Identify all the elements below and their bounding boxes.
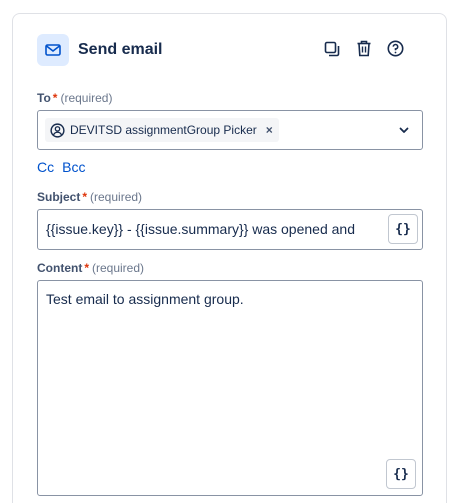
header-actions [321, 38, 406, 59]
send-email-card: Send email To * (required) DEVITSD assig… [12, 13, 447, 503]
to-field[interactable]: DEVITSD assignmentGroup Picker × [37, 110, 423, 150]
content-smart-value-button[interactable]: {} [386, 459, 416, 489]
content-textarea[interactable]: Test email to assignment group. {} [37, 280, 423, 496]
subject-required-mark: * [82, 190, 88, 204]
content-label: Content * (required) [37, 261, 144, 275]
bcc-link[interactable]: Bcc [62, 159, 85, 175]
content-required-mark: * [84, 261, 89, 275]
card-title: Send email [78, 41, 163, 58]
card-header: Send email [37, 33, 426, 67]
to-label: To * (required) [37, 91, 112, 105]
chip-remove-button[interactable]: × [266, 123, 273, 137]
recipient-chip-label: DEVITSD assignmentGroup Picker [70, 123, 257, 137]
subject-input[interactable]: {{issue.key}} - {{issue.summary}} was op… [37, 209, 423, 250]
subject-label: Subject * (required) [37, 190, 142, 204]
to-label-text: To [37, 91, 51, 105]
user-avatar-icon [50, 122, 65, 138]
content-label-text: Content [37, 261, 83, 275]
cc-link[interactable]: Cc [37, 159, 54, 175]
cc-bcc-links: Cc Bcc [37, 159, 85, 175]
mail-icon [37, 34, 69, 66]
subject-required-hint: (required) [90, 190, 143, 204]
to-required-mark: * [52, 91, 58, 105]
to-required-hint: (required) [60, 91, 113, 105]
chevron-down-icon[interactable] [398, 123, 410, 141]
subject-smart-value-button[interactable]: {} [388, 214, 418, 244]
recipient-chip: DEVITSD assignmentGroup Picker × [45, 118, 279, 142]
duplicate-icon[interactable] [321, 38, 342, 59]
content-required-hint: (required) [92, 261, 145, 275]
trash-icon[interactable] [353, 38, 374, 59]
content-value[interactable]: Test email to assignment group. [46, 291, 244, 307]
help-icon[interactable] [385, 38, 406, 59]
subject-label-text: Subject [37, 190, 81, 204]
subject-value[interactable]: {{issue.key}} - {{issue.summary}} was op… [46, 221, 381, 237]
